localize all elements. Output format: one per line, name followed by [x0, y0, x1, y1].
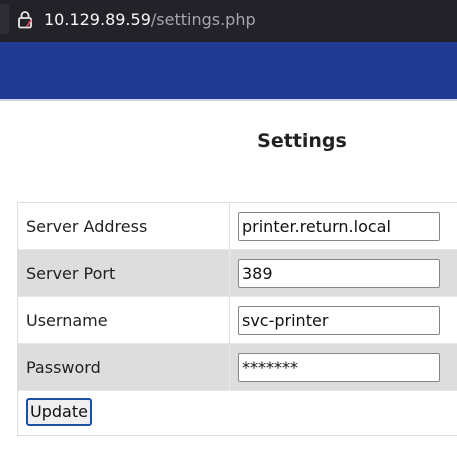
insecure-lock-icon[interactable]	[18, 10, 32, 29]
server-address-input[interactable]	[238, 212, 440, 241]
tab-edge	[0, 4, 9, 34]
row-server-address: Server Address	[18, 203, 457, 250]
row-actions: Update	[18, 391, 457, 435]
column-divider	[229, 250, 230, 297]
column-divider	[229, 297, 230, 344]
navbar-shadow	[0, 99, 457, 101]
row-server-port: Server Port	[18, 250, 457, 297]
update-button[interactable]: Update	[26, 398, 92, 426]
settings-form-table: Server Address Server Port Username Pass…	[17, 202, 457, 436]
address-text[interactable]: 10.129.89.59/settings.php	[44, 9, 256, 31]
password-input[interactable]	[238, 353, 440, 382]
password-label: Password	[26, 358, 101, 377]
username-label: Username	[26, 311, 108, 330]
page-title: Settings	[257, 130, 347, 152]
row-username: Username	[18, 297, 457, 344]
server-address-label: Server Address	[26, 217, 148, 236]
row-password: Password	[18, 344, 457, 391]
server-port-input[interactable]	[238, 259, 440, 288]
url-path: /settings.php	[150, 10, 256, 29]
column-divider	[229, 344, 230, 391]
url-host: 10.129.89.59	[44, 10, 151, 29]
server-port-label: Server Port	[26, 264, 116, 283]
column-divider	[229, 203, 230, 250]
username-input[interactable]	[238, 306, 440, 335]
site-navbar	[0, 42, 457, 99]
browser-url-bar[interactable]: 10.129.89.59/settings.php	[0, 0, 457, 42]
